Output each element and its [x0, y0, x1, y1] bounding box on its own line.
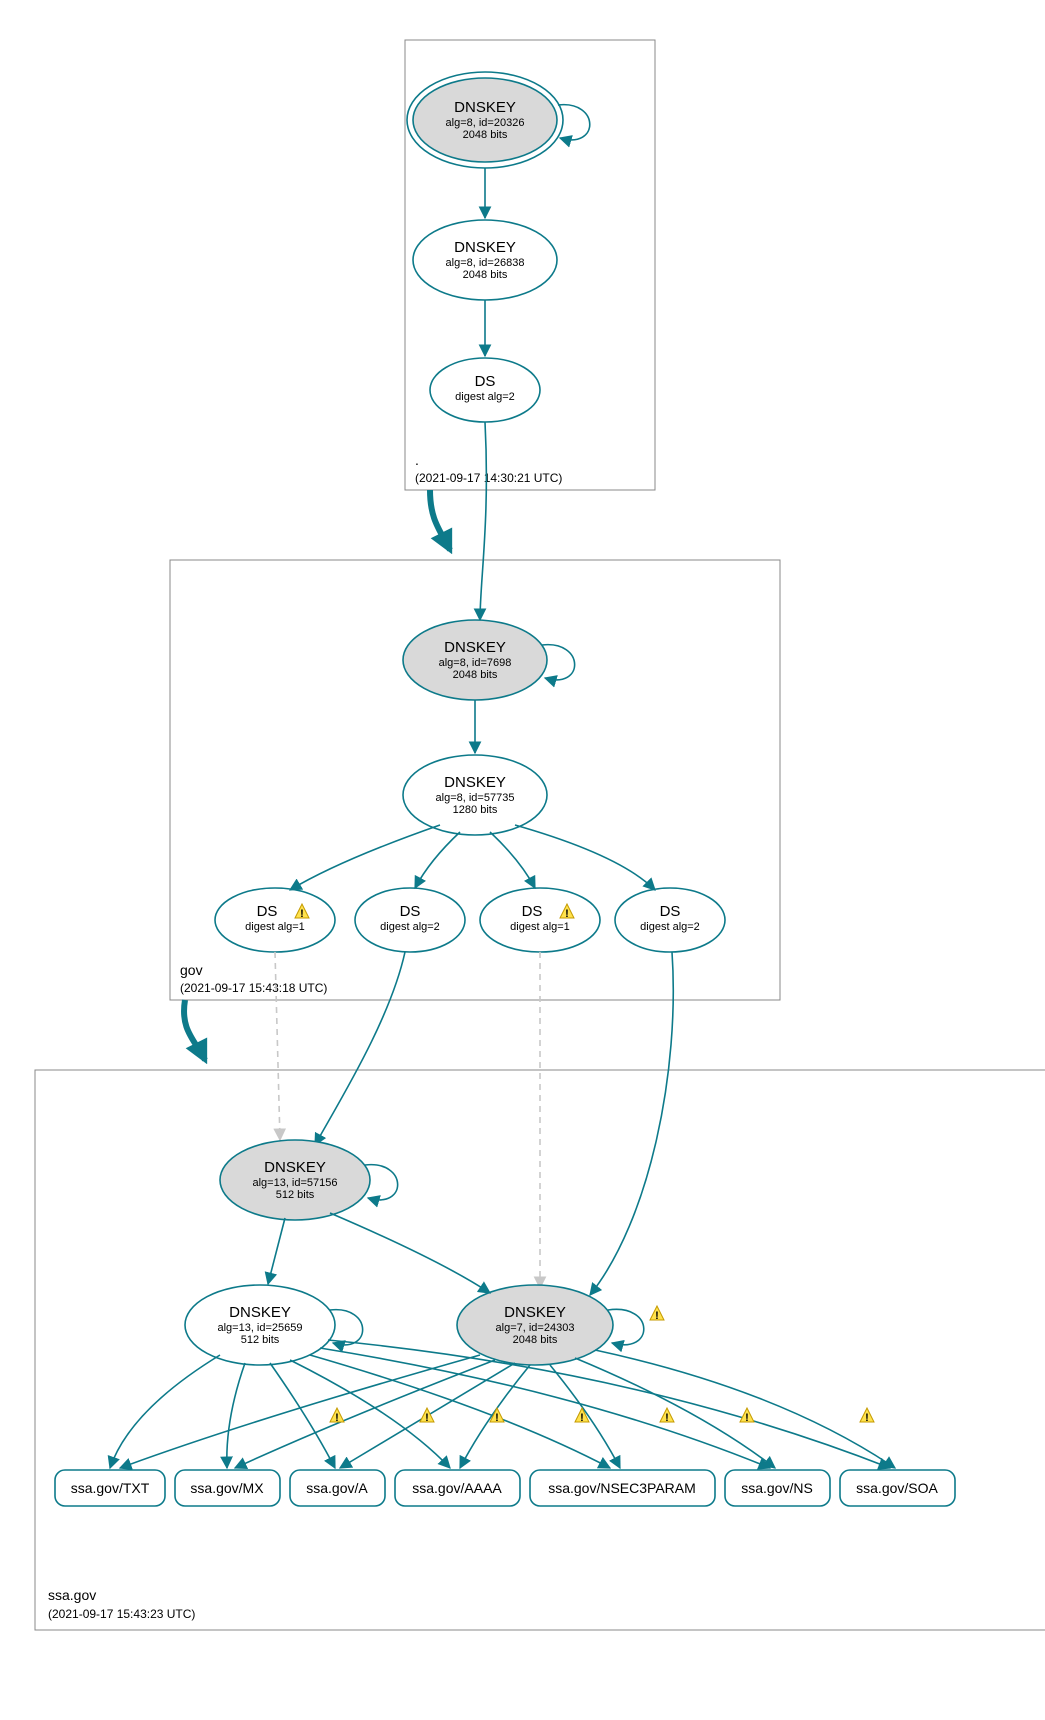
svg-text:!: ! [745, 1412, 749, 1424]
warning-icon: ! [650, 1306, 664, 1322]
edge [290, 825, 440, 890]
svg-text:ssa.gov/A: ssa.gov/A [306, 1480, 368, 1496]
edge [268, 1218, 285, 1284]
zone-ssa-name: ssa.gov [48, 1587, 96, 1603]
svg-text:!: ! [580, 1412, 584, 1424]
edge [515, 825, 655, 890]
node-ssa-ksk2: DNSKEY alg=7, id=24303 2048 bits ! [457, 1285, 664, 1365]
edge [480, 422, 486, 620]
zone-root-ts: (2021-09-17 14:30:21 UTC) [415, 471, 562, 485]
zone-gov-ts: (2021-09-17 15:43:18 UTC) [180, 981, 327, 995]
svg-text:alg=13, id=57156: alg=13, id=57156 [252, 1177, 337, 1189]
svg-text:DNSKEY: DNSKEY [444, 639, 506, 656]
svg-text:ssa.gov/SOA: ssa.gov/SOA [856, 1480, 938, 1496]
node-ssa-ksk1: DNSKEY alg=13, id=57156 512 bits [220, 1140, 398, 1220]
node-gov-ds2: DS digest alg=2 [355, 888, 465, 952]
svg-text:digest alg=1: digest alg=1 [245, 921, 305, 933]
svg-text:digest alg=2: digest alg=2 [455, 391, 515, 403]
zone-root-name: . [415, 452, 419, 468]
svg-text:DNSKEY: DNSKEY [454, 239, 516, 256]
svg-text:alg=8, id=57735: alg=8, id=57735 [436, 792, 515, 804]
zone-gov-name: gov [180, 962, 203, 978]
delegation-gov-ssa [184, 1000, 205, 1060]
node-ssa-zsk: DNSKEY alg=13, id=25659 512 bits [185, 1285, 363, 1365]
svg-text:digest alg=2: digest alg=2 [640, 921, 700, 933]
svg-text:DS: DS [660, 903, 681, 920]
svg-text:DNSKEY: DNSKEY [229, 1304, 291, 1321]
svg-text:512 bits: 512 bits [241, 1334, 280, 1346]
svg-text:alg=8, id=26838: alg=8, id=26838 [446, 257, 525, 269]
edge [315, 952, 405, 1145]
svg-text:alg=8, id=7698: alg=8, id=7698 [439, 657, 512, 669]
svg-text:DS: DS [400, 903, 421, 920]
edge [415, 832, 460, 888]
svg-text:DNSKEY: DNSKEY [264, 1159, 326, 1176]
svg-text:!: ! [865, 1412, 869, 1424]
svg-text:digest alg=2: digest alg=2 [380, 921, 440, 933]
svg-text:!: ! [495, 1412, 499, 1424]
svg-text:alg=8, id=20326: alg=8, id=20326 [446, 117, 525, 129]
svg-text:!: ! [300, 908, 304, 920]
svg-text:ssa.gov/MX: ssa.gov/MX [190, 1480, 264, 1496]
warning-icon: ! [575, 1408, 589, 1424]
node-gov-ds4: DS digest alg=2 [615, 888, 725, 952]
svg-text:2048 bits: 2048 bits [453, 669, 498, 681]
svg-text:ssa.gov/NSEC3PARAM: ssa.gov/NSEC3PARAM [548, 1480, 696, 1496]
svg-text:DNSKEY: DNSKEY [454, 99, 516, 116]
edge [590, 952, 673, 1295]
warning-icon: ! [860, 1408, 874, 1424]
node-root-ds: DS digest alg=2 [430, 358, 540, 422]
node-gov-ksk: DNSKEY alg=8, id=7698 2048 bits [403, 620, 575, 700]
svg-text:DS: DS [257, 903, 278, 920]
node-root-zsk: DNSKEY alg=8, id=26838 2048 bits [413, 220, 557, 300]
svg-text:2048 bits: 2048 bits [463, 269, 508, 281]
node-gov-ds1: DS digest alg=1 ! [215, 888, 335, 952]
node-gov-zsk: DNSKEY alg=8, id=57735 1280 bits [403, 755, 547, 835]
svg-text:512 bits: 512 bits [276, 1189, 315, 1201]
svg-text:alg=7, id=24303: alg=7, id=24303 [496, 1322, 575, 1334]
warning-icon: ! [660, 1408, 674, 1424]
svg-text:alg=13, id=25659: alg=13, id=25659 [217, 1322, 302, 1334]
rrset-row: ssa.gov/TXT ssa.gov/MX ssa.gov/A ssa.gov… [55, 1470, 955, 1506]
svg-text:!: ! [425, 1412, 429, 1424]
svg-text:ssa.gov/TXT: ssa.gov/TXT [71, 1480, 150, 1496]
svg-text:DS: DS [475, 373, 496, 390]
warning-icon: ! [420, 1408, 434, 1424]
svg-text:!: ! [565, 908, 569, 920]
svg-text:2048 bits: 2048 bits [513, 1334, 558, 1346]
svg-text:!: ! [655, 1310, 659, 1322]
svg-text:!: ! [665, 1412, 669, 1424]
svg-text:digest alg=1: digest alg=1 [510, 921, 570, 933]
svg-text:!: ! [335, 1412, 339, 1424]
svg-text:DNSKEY: DNSKEY [444, 774, 506, 791]
dnssec-diagram: . (2021-09-17 14:30:21 UTC) DNSKEY alg=8… [20, 20, 1045, 1700]
svg-text:ssa.gov/NS: ssa.gov/NS [741, 1480, 813, 1496]
svg-text:2048 bits: 2048 bits [463, 129, 508, 141]
svg-text:DS: DS [522, 903, 543, 920]
svg-text:1280 bits: 1280 bits [453, 804, 498, 816]
node-root-ksk: DNSKEY alg=8, id=20326 2048 bits [407, 72, 590, 168]
edge [490, 832, 535, 888]
warning-icon: ! [330, 1408, 344, 1424]
delegation-root-gov [430, 490, 450, 550]
zone-ssa-ts: (2021-09-17 15:43:23 UTC) [48, 1607, 195, 1621]
svg-text:DNSKEY: DNSKEY [504, 1304, 566, 1321]
warning-icon: ! [740, 1408, 754, 1424]
edge [330, 1213, 490, 1293]
node-gov-ds3: DS digest alg=1 ! [480, 888, 600, 952]
svg-text:ssa.gov/AAAA: ssa.gov/AAAA [412, 1480, 502, 1496]
